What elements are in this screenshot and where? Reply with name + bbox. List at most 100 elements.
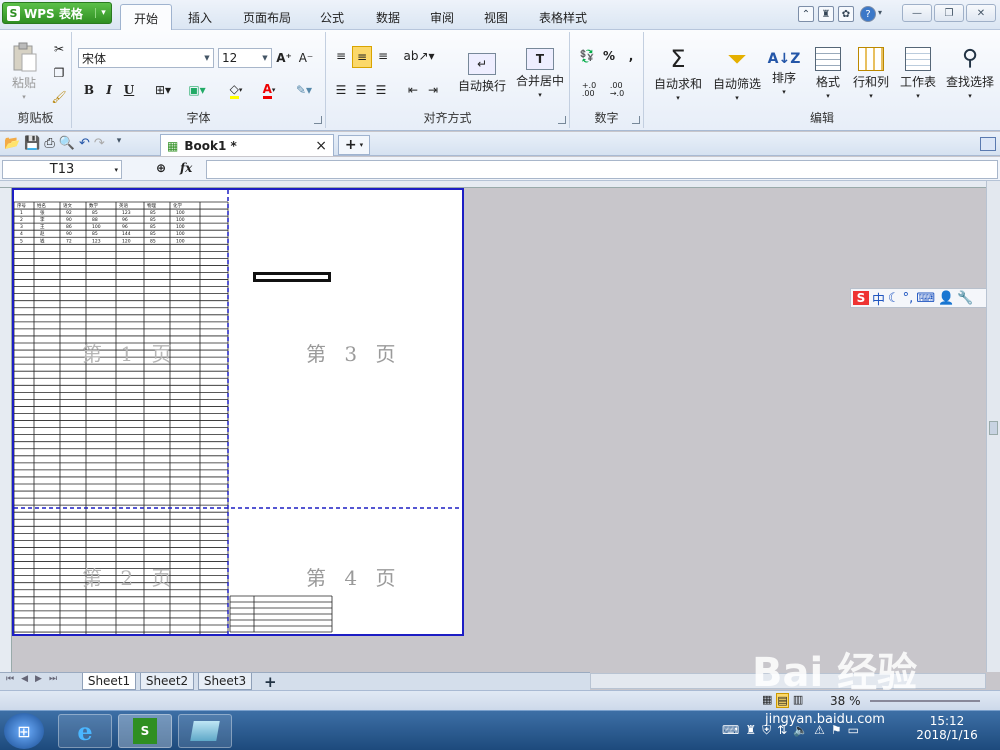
paste-button[interactable]: 粘贴 ▾ xyxy=(4,38,44,104)
borders-button[interactable]: ⊞▾ xyxy=(148,80,178,100)
tab-page-layout[interactable]: 页面布局 xyxy=(236,4,298,30)
taskbar-ie[interactable]: e xyxy=(58,714,112,748)
format-painter-button[interactable]: 🖌 xyxy=(50,88,68,106)
autofilter-button[interactable]: ⏷ 自动筛选 ▾ xyxy=(708,40,766,106)
sheet-tab-2[interactable]: Sheet2 xyxy=(140,673,194,690)
tab-home[interactable]: 开始 xyxy=(120,4,172,31)
comma-button[interactable]: , xyxy=(622,46,640,66)
align-left-button[interactable]: ☰ xyxy=(332,80,350,100)
save-icon[interactable]: 💾 xyxy=(24,136,40,151)
sheet-tab-3[interactable]: Sheet3 xyxy=(198,673,252,690)
wps-app-button[interactable]: S WPS 表格 ▾ xyxy=(2,2,112,24)
tab-data[interactable]: 数据 xyxy=(364,4,412,30)
shrink-font-button[interactable]: A⁻ xyxy=(296,48,316,68)
insert-function-button[interactable]: fx xyxy=(180,161,192,175)
autosum-button[interactable]: Σ 自动求和 ▾ xyxy=(652,40,704,106)
font-name-select[interactable]: 宋体 ▼ xyxy=(78,48,214,68)
redo-icon[interactable]: ↷ xyxy=(94,136,105,151)
minimize-icon[interactable]: — xyxy=(902,4,932,22)
keyboard-icon[interactable]: ⌨ xyxy=(722,723,739,738)
increase-decimal-button[interactable]: +.0.00 xyxy=(576,80,602,100)
ime-tray-icon[interactable]: ♜ xyxy=(745,723,756,738)
orientation-button[interactable]: ab↗▾ xyxy=(403,46,434,66)
find-select-button[interactable]: ⚲ 查找选择 ▾ xyxy=(942,40,998,106)
align-right-button[interactable]: ☰ xyxy=(372,80,390,100)
font-dialog-launcher[interactable]: . xyxy=(314,116,322,124)
mini-cell-text: 2 xyxy=(20,217,23,223)
decrease-indent-button[interactable]: ⇤ xyxy=(404,80,422,100)
share-icon[interactable]: ✿ xyxy=(838,6,854,22)
customize-toolbar-icon[interactable]: ▾ xyxy=(117,136,122,151)
alignment-dialog-launcher[interactable]: . xyxy=(558,116,566,124)
align-center-button[interactable]: ☰ xyxy=(352,80,370,100)
help-icon[interactable]: ? xyxy=(860,6,876,22)
row-headers[interactable] xyxy=(0,188,12,672)
bold-button[interactable]: B xyxy=(80,80,98,100)
chevron-down-icon: ▼ xyxy=(204,54,210,62)
mini-cell-text: 123 xyxy=(92,238,101,244)
page-break-preview[interactable]: 序号 姓名 语文 数学 英语 物理 化学 1 张 92 85 123 85 100 2 李 90 88 96 85 10… xyxy=(12,188,464,636)
restore-icon[interactable]: ❐ xyxy=(934,4,964,22)
worksheet-button[interactable]: 工作表 ▾ xyxy=(896,40,940,106)
print-preview-icon[interactable]: 🔍 xyxy=(59,136,75,151)
tab-review[interactable]: 审阅 xyxy=(420,4,464,30)
undo-icon[interactable]: ↶ xyxy=(79,136,90,151)
fill-color-button[interactable]: ◇ ▾ xyxy=(220,80,252,100)
tab-formulas[interactable]: 公式 xyxy=(310,4,354,30)
sheet-tab-1[interactable]: Sheet1 xyxy=(82,673,136,690)
document-tab[interactable]: ▦ Book1 * × xyxy=(160,134,334,156)
worksheet-label: 工作表 xyxy=(899,74,936,89)
sheet-nav-arrows-icon[interactable]: ⏮◀▶⏭ xyxy=(6,674,64,684)
merge-center-button[interactable]: T 合并居中 ▾ xyxy=(512,40,568,106)
print-icon[interactable]: ⎙ xyxy=(44,136,54,151)
zoom-slider[interactable] xyxy=(870,700,980,702)
mini-cell-text: 100 xyxy=(176,210,185,216)
active-cell-cursor[interactable] xyxy=(253,272,331,282)
decrease-decimal-button[interactable]: .00 →.0 xyxy=(604,80,630,100)
italic-button[interactable]: I xyxy=(100,80,118,100)
tab-table-style[interactable]: 表格样式 xyxy=(530,4,596,30)
align-bottom-button[interactable]: ≡ xyxy=(374,46,392,66)
skin-icon[interactable]: ♜ xyxy=(818,6,834,22)
grow-font-button[interactable]: A⁺ xyxy=(274,48,294,68)
open-folder-icon[interactable]: 📂 xyxy=(4,136,20,151)
cut-button[interactable]: ✂ xyxy=(50,40,68,58)
collapse-ribbon-icon[interactable]: ⌃ xyxy=(798,6,814,22)
start-button[interactable]: ⊞ xyxy=(4,713,44,749)
chevron-down-icon[interactable]: ▾ xyxy=(878,8,882,17)
number-dialog-launcher[interactable]: . xyxy=(632,116,640,124)
tab-view[interactable]: 视图 xyxy=(474,4,518,30)
rows-columns-button[interactable]: 行和列 ▾ xyxy=(850,40,892,106)
taskbar-wps[interactable]: S xyxy=(118,714,172,748)
clock[interactable]: 15:12 2018/1/16 xyxy=(912,714,982,742)
font-color-button[interactable]: A ▾ xyxy=(254,80,284,100)
name-box[interactable]: T13 ▾ xyxy=(2,160,122,179)
tab-list-icon[interactable] xyxy=(980,137,996,151)
formula-input[interactable] xyxy=(206,160,998,179)
zoom-formula-icon[interactable]: ⊕ xyxy=(156,161,166,175)
add-sheet-icon[interactable]: + xyxy=(264,673,277,691)
copy-button[interactable]: ❐ xyxy=(50,64,68,82)
underline-button[interactable]: U xyxy=(120,80,138,100)
percent-button[interactable]: % xyxy=(600,46,618,66)
taskbar-app[interactable] xyxy=(178,714,232,748)
clear-format-button[interactable]: ✎▾ xyxy=(288,80,320,100)
font-size-select[interactable]: 12 ▼ xyxy=(218,48,272,68)
ime-toolbar[interactable]: S 中 ☾ °, ⌨ 👤 🔧 xyxy=(850,288,992,308)
format-cells-button[interactable]: ▣▾ xyxy=(182,80,212,100)
column-headers[interactable] xyxy=(0,181,990,188)
increase-indent-button[interactable]: ⇥ xyxy=(424,80,442,100)
format-button[interactable]: 格式 ▾ xyxy=(808,40,848,106)
currency-button[interactable]: 💱 xyxy=(576,46,598,66)
binoculars-icon: ⚲ xyxy=(961,46,979,71)
vertical-scrollbar[interactable] xyxy=(986,181,1000,672)
scroll-thumb[interactable] xyxy=(989,421,998,435)
close-icon[interactable]: ✕ xyxy=(966,4,996,22)
sort-button[interactable]: A↓Z 排序 ▾ xyxy=(766,40,802,106)
tab-insert[interactable]: 插入 xyxy=(176,4,224,30)
close-tab-icon[interactable]: × xyxy=(315,138,327,154)
new-tab-button[interactable]: + ▾ xyxy=(338,135,370,155)
align-top-button[interactable]: ≡ xyxy=(332,46,350,66)
align-middle-button[interactable]: ≡ xyxy=(352,46,372,68)
wrap-text-button[interactable]: ↵ 自动换行 xyxy=(454,40,510,106)
